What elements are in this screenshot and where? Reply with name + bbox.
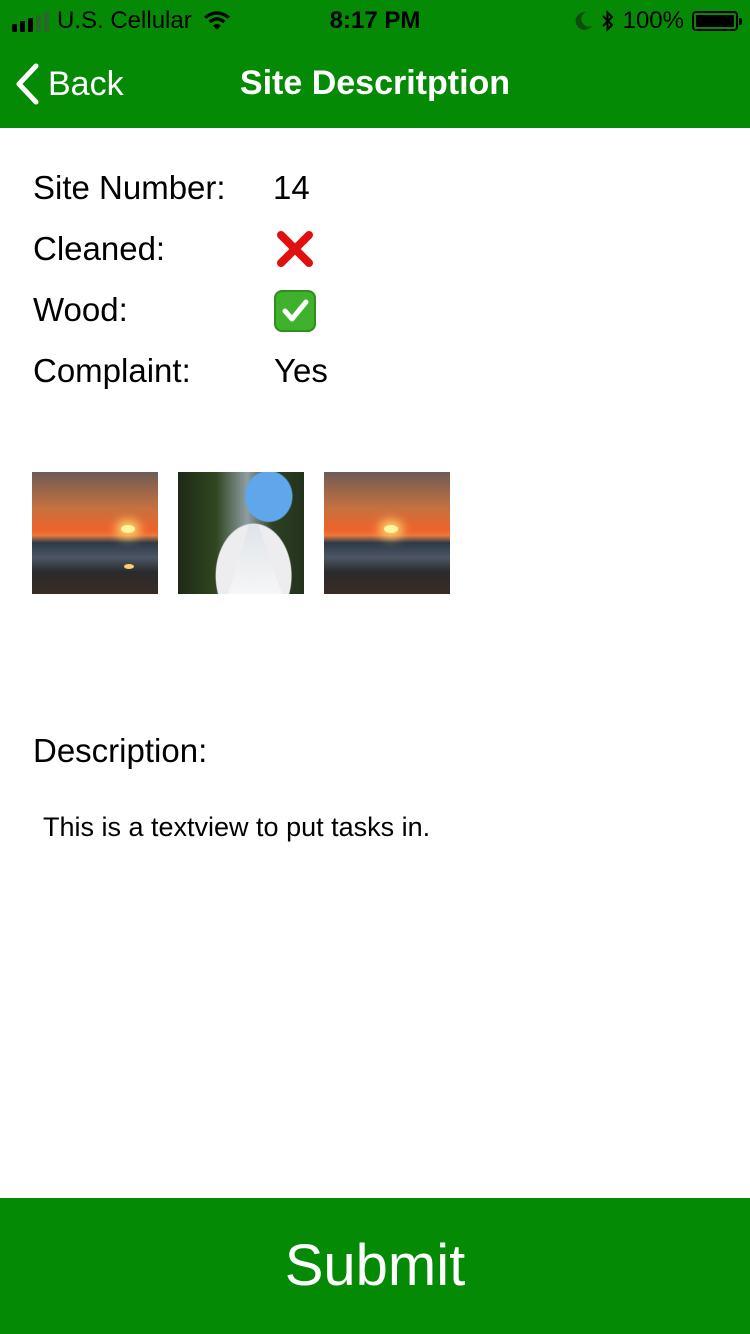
description-textview[interactable]: This is a textview to put tasks in. bbox=[43, 812, 430, 843]
page-title: Site Descritption bbox=[239, 64, 511, 102]
complaint-row: Complaint: Yes bbox=[33, 349, 328, 393]
cleaned-row: Cleaned: bbox=[33, 227, 313, 271]
site-number-label: Site Number: bbox=[33, 169, 226, 206]
battery-icon bbox=[692, 11, 742, 31]
battery-percentage: 100% bbox=[622, 7, 684, 34]
complaint-value: Yes bbox=[274, 352, 328, 389]
status-right: 100% bbox=[575, 7, 742, 35]
beach-path-photo-thumbnail[interactable] bbox=[178, 472, 304, 594]
site-number-row: Site Number: 14 bbox=[33, 166, 310, 210]
sunset-photo-thumbnail[interactable] bbox=[32, 472, 158, 594]
navigation-bar: Back Site Descritption bbox=[0, 40, 750, 128]
complaint-label: Complaint: bbox=[33, 352, 191, 389]
status-bar: U.S. Cellular 8:17 PM 100% bbox=[0, 0, 750, 40]
green-check-icon bbox=[274, 290, 316, 332]
description-label: Description: bbox=[33, 732, 208, 769]
bluetooth-icon bbox=[601, 10, 614, 32]
red-x-icon bbox=[277, 231, 313, 267]
photo-gallery bbox=[32, 472, 450, 594]
moon-icon bbox=[575, 11, 592, 30]
wood-label: Wood: bbox=[33, 291, 128, 328]
sunset-photo-thumbnail[interactable] bbox=[324, 472, 450, 594]
submit-button[interactable]: Submit bbox=[0, 1198, 750, 1334]
cleaned-label: Cleaned: bbox=[33, 230, 166, 267]
site-number-value: 14 bbox=[273, 169, 310, 206]
wood-row: Wood: bbox=[33, 288, 316, 332]
